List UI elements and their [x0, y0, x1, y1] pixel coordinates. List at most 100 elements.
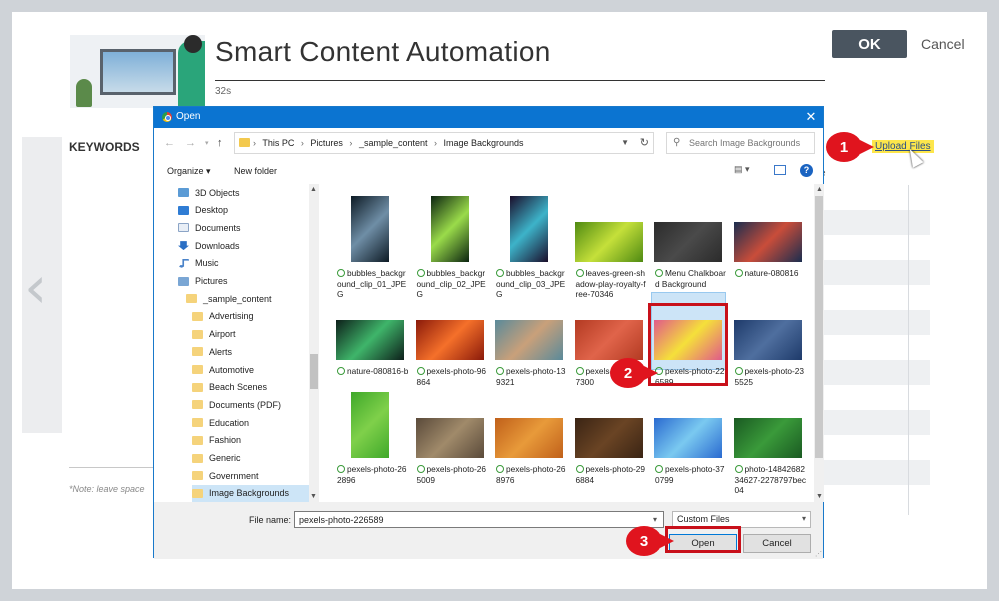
- files-pane: bubbles_background_clip_01_JPEG bubbles_b…: [330, 184, 814, 502]
- file-item[interactable]: pexels-photo-268976: [492, 390, 567, 486]
- file-item[interactable]: bubbles_background_clip_01_JPEG: [333, 194, 408, 299]
- note-divider: [69, 467, 155, 468]
- chevron-down-icon[interactable]: ▼: [621, 138, 629, 147]
- dialog-titlebar: Open ✕: [154, 107, 823, 128]
- breadcrumb-item[interactable]: _sample_content: [359, 138, 428, 148]
- scroll-down-icon[interactable]: ▼: [310, 493, 317, 500]
- resize-grip-icon[interactable]: ⋰: [815, 550, 822, 558]
- ok-button[interactable]: OK: [832, 30, 907, 58]
- upload-files-link[interactable]: Upload Files: [872, 140, 934, 153]
- file-name-label: pexels-photo-96864: [416, 366, 489, 387]
- file-item[interactable]: pexels-photo-296884: [572, 390, 647, 486]
- sync-check-icon: [496, 269, 504, 277]
- sidebar-item[interactable]: Desktop: [178, 202, 319, 219]
- note-text: *Note: leave space: [69, 484, 145, 494]
- cancel-link[interactable]: Cancel: [921, 36, 965, 52]
- breadcrumb-item[interactable]: This PC: [262, 138, 294, 148]
- folder-icon: [192, 400, 203, 410]
- sidebar-item[interactable]: Automotive: [192, 361, 319, 378]
- sidebar-item[interactable]: Alerts: [192, 343, 319, 360]
- file-name-text: nature-080816-b: [347, 366, 409, 376]
- sidebar-item[interactable]: Documents (PDF): [192, 396, 319, 413]
- sidebar-item-label: Pictures: [195, 276, 228, 286]
- file-name-label: pexels-photo-265009: [416, 464, 489, 485]
- navigation-scrollbar[interactable]: ▲ ▼: [309, 184, 319, 502]
- address-bar[interactable]: › This PC › Pictures › _sample_content ›…: [234, 132, 654, 154]
- sidebar-item-label: _sample_content: [203, 293, 272, 304]
- file-item[interactable]: pexels-photo-265009: [413, 390, 488, 486]
- back-arrow-icon[interactable]: ←: [164, 137, 175, 149]
- sidebar-item[interactable]: Advertising: [192, 308, 319, 325]
- breadcrumb-item[interactable]: Pictures: [310, 138, 343, 148]
- sidebar-item[interactable]: Downloads: [178, 237, 319, 254]
- file-name-label: nature-080816: [734, 268, 807, 279]
- scroll-up-icon[interactable]: ▲: [816, 186, 823, 193]
- file-name-text: photo-1484268234627-2278797bec04: [734, 464, 807, 495]
- sidebar-item[interactable]: Pictures: [178, 273, 319, 290]
- scroll-up-icon[interactable]: ▲: [310, 186, 317, 193]
- refresh-icon[interactable]: ↻: [640, 136, 649, 149]
- file-item[interactable]: pexels-photo-262896: [333, 390, 408, 486]
- file-item[interactable]: nature-080816: [731, 194, 806, 290]
- new-folder-button[interactable]: New folder: [234, 166, 277, 176]
- view-options-icon[interactable]: ▤ ▾: [734, 164, 756, 178]
- navigation-bar: ← → ▾ ↑ › This PC › Pictures › _sample_c…: [154, 128, 823, 158]
- file-item[interactable]: pexels-photo-139321: [492, 292, 567, 388]
- sidebar-item[interactable]: Music: [178, 255, 319, 272]
- preview-pane-icon[interactable]: [774, 165, 786, 175]
- sidebar-item-label: Downloads: [195, 240, 240, 251]
- breadcrumb-item[interactable]: Image Backgrounds: [444, 138, 524, 148]
- sidebar-item[interactable]: Government: [192, 467, 319, 484]
- sync-check-icon: [416, 465, 425, 473]
- file-item[interactable]: photo-1484268234627-2278797bec04: [731, 390, 806, 495]
- file-item[interactable]: leaves-green-shadow-play-royalty-free-70…: [572, 194, 647, 299]
- sidebar-item[interactable]: Airport: [192, 326, 319, 343]
- pictures-icon: [178, 276, 189, 286]
- file-item[interactable]: bubbles_background_clip_03_JPEG: [492, 194, 567, 299]
- sidebar-item[interactable]: Education: [192, 414, 319, 431]
- sync-check-icon: [337, 269, 345, 277]
- file-item[interactable]: pexels-photo-370799: [651, 390, 726, 486]
- organize-menu[interactable]: Organize ▾: [167, 166, 211, 177]
- file-name-text: pexels-photo-370799: [655, 464, 725, 485]
- file-item[interactable]: pexels-photo-96864: [413, 292, 488, 388]
- scroll-down-icon[interactable]: ▼: [816, 493, 823, 500]
- sidebar-item[interactable]: _sample_content: [186, 290, 319, 307]
- cancel-button[interactable]: Cancel: [743, 534, 811, 553]
- forward-arrow-icon[interactable]: →: [185, 137, 196, 149]
- file-name-label: photo-1484268234627-2278797bec04: [734, 464, 807, 496]
- chevron-down-icon[interactable]: ▾: [653, 515, 657, 524]
- sidebar-item[interactable]: 3D Objects: [178, 184, 319, 201]
- sidebar-item[interactable]: Generic: [192, 450, 319, 467]
- file-thumbnail: [733, 418, 802, 458]
- help-icon[interactable]: ?: [800, 164, 813, 177]
- sidebar-item[interactable]: Documents: [178, 219, 319, 236]
- file-item[interactable]: pexels-photo-235525: [731, 292, 806, 388]
- breadcrumb: › This PC › Pictures › _sample_content ›…: [253, 138, 528, 148]
- file-name-input[interactable]: [294, 511, 664, 528]
- sidebar-item[interactable]: Fashion: [192, 432, 319, 449]
- file-name-text: pexels-photo-296884: [575, 464, 646, 485]
- up-arrow-icon[interactable]: ↑: [217, 137, 223, 149]
- files-scrollbar[interactable]: ▲ ▼: [814, 184, 824, 502]
- search-input[interactable]: [687, 136, 809, 150]
- file-item[interactable]: nature-080816-b: [333, 292, 408, 388]
- file-item[interactable]: bubbles_background_clip_02_JPEG: [413, 194, 488, 299]
- folder-icon: [192, 311, 203, 321]
- recent-dropdown-icon[interactable]: ▾: [205, 139, 209, 147]
- duration-text: 32s: [215, 86, 232, 97]
- scrollbar-thumb[interactable]: [310, 354, 318, 389]
- file-name-label: pexels-photo-262896: [337, 464, 409, 485]
- chevron-left-icon[interactable]: ‹: [24, 258, 47, 316]
- background-rows: [820, 210, 930, 510]
- file-thumbnail: [733, 320, 802, 360]
- sidebar-item[interactable]: Image Backgrounds: [192, 484, 319, 502]
- sidebar-item[interactable]: Beach Scenes: [192, 379, 319, 396]
- file-item[interactable]: Menu Chalkboard Background: [651, 194, 726, 290]
- close-icon[interactable]: ✕: [803, 108, 819, 126]
- sidebar-item-label: Documents (PDF): [209, 399, 282, 410]
- scrollbar-thumb[interactable]: [815, 196, 823, 458]
- chevron-down-icon: ▾: [801, 514, 806, 523]
- file-name-text: pexels-photo-265009: [416, 464, 487, 485]
- background-row: [820, 460, 930, 485]
